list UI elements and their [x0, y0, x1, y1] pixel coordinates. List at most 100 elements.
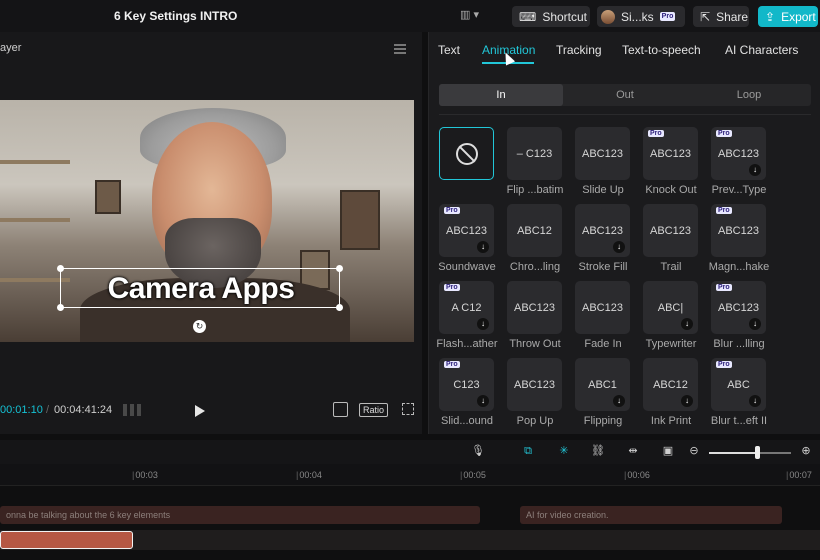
animation-item[interactable]: ABC| ↓ Typewriter [643, 281, 699, 351]
tab-text[interactable]: Text [438, 43, 460, 57]
animation-preview[interactable]: ABC123 [575, 281, 630, 334]
animation-preview[interactable]: C123 Pro ↓ [439, 358, 494, 411]
subtitle-clip[interactable]: AI for video creation. [520, 506, 782, 524]
animation-label: Ink Print [650, 415, 692, 427]
caption-text[interactable]: Camera Apps [61, 269, 341, 309]
resize-handle[interactable] [336, 304, 343, 311]
animation-item[interactable]: ABC1 ↓ Flipping [575, 358, 631, 428]
focus-icon[interactable] [333, 402, 348, 417]
video-clip[interactable] [0, 531, 133, 549]
animation-item[interactable]: ABC Pro ↓ Blur t...eft II [711, 358, 767, 428]
animation-preview[interactable]: ABC123 ↓ [575, 204, 630, 257]
animation-preview[interactable]: ABC123 Pro [711, 204, 766, 257]
preview-text: ABC123 [446, 224, 487, 237]
download-icon[interactable]: ↓ [613, 395, 625, 407]
menu-icon[interactable] [394, 44, 406, 54]
resize-handle[interactable] [336, 265, 343, 272]
animation-item[interactable]: A C12 Pro ↓ Flash...ather [436, 281, 498, 351]
download-icon[interactable]: ↓ [477, 241, 489, 253]
microphone-icon[interactable]: 🎙 [470, 444, 486, 458]
zoom-in-icon[interactable]: ⊕ [798, 444, 814, 458]
animation-preview[interactable]: A C12 Pro ↓ [439, 281, 494, 334]
fullscreen-icon[interactable] [402, 403, 414, 415]
animation-item[interactable]: ABC123 Pro ↓ Prev...Type [711, 127, 767, 197]
tab-ai-characters[interactable]: AI Characters [725, 43, 798, 57]
chain-icon[interactable]: ⛓ [590, 444, 606, 458]
ratio-button[interactable]: Ratio [359, 403, 388, 417]
animation-item[interactable]: – C123 Flip ...batim [507, 127, 563, 197]
preview-icon[interactable]: ▣ [660, 444, 676, 458]
animation-preview[interactable]: ABC12 ↓ [643, 358, 698, 411]
grid-icon[interactable] [123, 404, 141, 416]
animation-preview[interactable]: ABC1 ↓ [575, 358, 630, 411]
animation-preview[interactable]: ABC123 [507, 281, 562, 334]
animation-preview[interactable]: – C123 [507, 127, 562, 180]
rotate-icon[interactable]: ↻ [193, 320, 206, 333]
animation-preview[interactable]: ABC Pro ↓ [711, 358, 766, 411]
download-icon[interactable]: ↓ [477, 318, 489, 330]
snap-icon[interactable]: ✳ [556, 444, 572, 458]
animation-item[interactable]: ABC123 Pro Magn...hake [709, 204, 769, 274]
none-animation-tile[interactable] [439, 127, 494, 180]
download-icon[interactable]: ↓ [613, 241, 625, 253]
segment-loop[interactable]: Loop [687, 84, 811, 106]
animation-item[interactable]: C123 Pro ↓ Slid...ound [439, 358, 495, 428]
animation-item[interactable]: ABC123 Pro Knock Out [643, 127, 699, 197]
split-icon[interactable]: ⇹ [625, 444, 641, 458]
animation-item[interactable]: ABC123 Fade In [575, 281, 631, 351]
timeline-ruler[interactable]: 00:03 00:04 00:05 00:06 00:07 [0, 464, 820, 486]
animation-label: Stroke Fill [578, 261, 628, 273]
animation-item[interactable]: ABC12 ↓ Ink Print [643, 358, 699, 428]
animation-item[interactable]: ABC123 Pop Up [507, 358, 563, 428]
subtitle-clip[interactable]: onna be talking about the 6 key elements [0, 506, 480, 524]
segment-in[interactable]: In [439, 84, 563, 106]
animation-item[interactable]: ABC123 Trail [643, 204, 699, 274]
animation-label: Slid...ound [441, 415, 493, 427]
shortcut-button[interactable]: ⌨ Shortcut [512, 6, 590, 27]
animation-label: Typewriter [645, 338, 697, 350]
animation-preview[interactable]: ABC123 [575, 127, 630, 180]
layout-icon[interactable]: ▥ ▾ [460, 8, 490, 24]
animation-label: Prev...Type [711, 184, 767, 196]
zoom-out-icon[interactable]: ⊖ [686, 444, 702, 458]
animation-label: Fade In [584, 338, 622, 350]
share-button[interactable]: ⇱ Share [693, 6, 749, 27]
download-icon[interactable]: ↓ [681, 395, 693, 407]
zoom-slider-knob[interactable] [755, 446, 760, 459]
animation-item[interactable]: ABC123 Pro ↓ Soundwave [438, 204, 496, 274]
preview-text: ABC123 [582, 224, 623, 237]
export-button[interactable]: ⇪ Export [758, 6, 818, 27]
animation-item[interactable] [439, 127, 495, 197]
animation-preview[interactable]: ABC123 [643, 204, 698, 257]
animation-preview[interactable]: ABC123 Pro [643, 127, 698, 180]
link-clips-icon[interactable]: ⧉ [520, 444, 536, 458]
caption-selection-box[interactable]: Camera Apps [57, 265, 343, 311]
download-icon[interactable]: ↓ [749, 164, 761, 176]
tab-tracking[interactable]: Tracking [556, 43, 602, 57]
share-icon: ⇱ [700, 9, 711, 24]
animation-preview[interactable]: ABC123 Pro ↓ [711, 281, 766, 334]
video-preview[interactable]: Camera Apps ↻ [0, 100, 414, 342]
pro-badge: Pro [444, 207, 460, 214]
animation-preview[interactable]: ABC12 [507, 204, 562, 257]
animation-preview[interactable]: ABC123 Pro ↓ [711, 127, 766, 180]
animation-preview[interactable]: ABC123 [507, 358, 562, 411]
project-title: 6 Key Settings INTRO [114, 9, 238, 23]
resize-handle[interactable] [57, 304, 64, 311]
segment-out[interactable]: Out [563, 84, 687, 106]
user-button[interactable]: Si...ks Pro [597, 6, 685, 27]
animation-item[interactable]: ABC123 ↓ Stroke Fill [575, 204, 631, 274]
tab-text-to-speech[interactable]: Text-to-speech [622, 43, 701, 57]
download-icon[interactable]: ↓ [749, 318, 761, 330]
animation-item[interactable]: ABC123 Throw Out [507, 281, 563, 351]
animation-item[interactable]: ABC12 Chro...ling [507, 204, 563, 274]
animation-item[interactable]: ABC123 Slide Up [575, 127, 631, 197]
animation-preview[interactable]: ABC123 Pro ↓ [439, 204, 494, 257]
download-icon[interactable]: ↓ [477, 395, 489, 407]
download-icon[interactable]: ↓ [749, 395, 761, 407]
play-icon[interactable] [195, 405, 205, 417]
animation-preview[interactable]: ABC| ↓ [643, 281, 698, 334]
download-icon[interactable]: ↓ [681, 318, 693, 330]
resize-handle[interactable] [57, 265, 64, 272]
animation-item[interactable]: ABC123 Pro ↓ Blur ...lling [711, 281, 767, 351]
